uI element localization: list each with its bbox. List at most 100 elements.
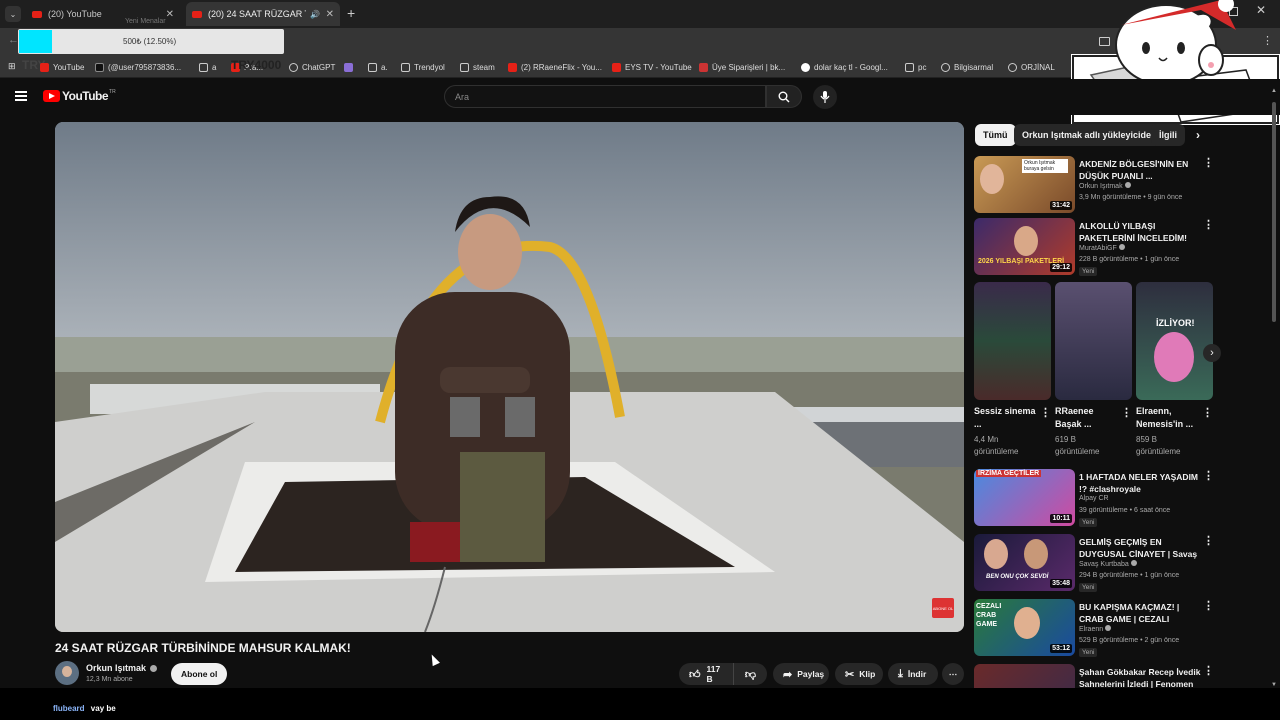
chevron-right-icon: ›	[1210, 347, 1214, 359]
chip-label: İlgili	[1159, 130, 1177, 140]
shorts-next-button[interactable]: ›	[1203, 344, 1221, 362]
bookmark-bilgisarmal[interactable]: Bilgisarmal	[941, 56, 993, 78]
hamburger-menu-icon[interactable]	[15, 91, 27, 101]
bookmark-orjinal[interactable]: ORJİNAL	[1008, 56, 1055, 78]
tab-title: (20) 24 SAAT RÜZGAR TÜRB	[208, 9, 306, 19]
channel-name[interactable]: Orkun Işıtmak	[86, 663, 158, 673]
overlay-progress-text: 500₺ (12.50%)	[123, 37, 177, 46]
bookmark-steam[interactable]: steam	[460, 56, 495, 78]
search-button[interactable]	[766, 85, 802, 108]
channel-name: MuratAbiGF	[1079, 244, 1125, 252]
video-duration: 29:12	[1050, 263, 1072, 272]
short-title: Elraenn, Nemesis'in ...	[1136, 406, 1194, 429]
video-meta: 529 B görüntüleme • 2 gün önce	[1079, 637, 1180, 644]
clip-button[interactable]: ✂ Klip	[835, 663, 883, 685]
speaker-icon[interactable]: 🔊	[310, 10, 320, 19]
recommendation-item[interactable]: Şahan Gökbakar Recep İvedik Sahnelerini …	[974, 664, 1216, 688]
download-button[interactable]: ⤓ İndir	[888, 663, 938, 685]
thumbs-up-icon: 👍︎	[689, 668, 701, 681]
apps-grid-icon[interactable]: ⊞	[8, 61, 16, 72]
youtube-logo[interactable]: YouTube TR	[43, 89, 116, 103]
more-options-icon[interactable]: ⋮	[1203, 218, 1214, 231]
recommendation-item[interactable]: 2026 YILBAŞI PAKETLERİ 29:12 ALKOLLÜ YIL…	[974, 218, 1216, 276]
channel-avatar[interactable]	[55, 661, 79, 685]
thumbnail-text: Orkun Işıtmak buraya gelsin	[1022, 159, 1068, 173]
bookmark-pc[interactable]: pc	[905, 56, 926, 78]
new-tab-button[interactable]: +	[347, 5, 355, 21]
close-tab-icon[interactable]: ✕	[326, 9, 334, 20]
more-options-icon[interactable]: ⋮	[1203, 156, 1214, 169]
stream-chat-bar: flubeard vay be	[0, 688, 1280, 720]
channel-name: Elraenn	[1079, 625, 1112, 633]
short-thumbnail	[1055, 282, 1132, 400]
page-scrollbar[interactable]: ▲ ▼	[1270, 88, 1278, 688]
bookmark-uye-siparisleri[interactable]: Üye Siparişleri | bk...	[699, 56, 785, 78]
recommendation-item[interactable]: BEN ONU ÇOK SEVDİ 35:48 GELMİŞ GEÇMİŞ EN…	[974, 534, 1216, 592]
overlay-right-text: TRY4000	[231, 58, 282, 72]
more-options-icon[interactable]: ⋮	[1040, 406, 1051, 419]
chip-all[interactable]: Tümü	[975, 124, 1016, 146]
extension-overlay: 500₺ (12.50%) Yeni Menalar	[18, 18, 284, 54]
video-title: Şahan Gökbakar Recep İvedik Sahnelerini …	[1079, 667, 1201, 688]
youtube-logo-text: YouTube	[62, 89, 109, 103]
chat-username: flubeard	[53, 704, 85, 713]
recommendation-item[interactable]: CEZALI CRAB GAME 53:12 BU KAPIŞMA KAÇMAZ…	[974, 599, 1216, 657]
subscribe-button[interactable]: Abone ol	[171, 663, 228, 685]
bookmark-folder-a[interactable]: a	[199, 56, 216, 78]
bookmark-chatgpt[interactable]: ChatGPT	[289, 56, 335, 78]
more-options-icon[interactable]: ⋮	[1203, 534, 1214, 547]
chip-related[interactable]: İlgili	[1151, 124, 1185, 146]
video-meta: 294 B görüntüleme • 1 gün önce	[1079, 572, 1180, 579]
bookmark-tiktok[interactable]: (@user795873836...	[95, 56, 181, 78]
subscribe-watermark[interactable]: ABONE OL	[932, 598, 954, 618]
video-title: BU KAPIŞMA KAÇMAZ! | CRAB GAME | CEZALI	[1079, 602, 1180, 624]
video-thumbnail: BEN ONU ÇOK SEVDİ 35:48	[974, 534, 1075, 591]
video-thumbnail: 2026 YILBAŞI PAKETLERİ 29:12	[974, 218, 1075, 275]
more-horizontal-icon: ⋯	[948, 668, 958, 679]
tab-list-button[interactable]: ⌄	[5, 6, 21, 22]
video-meta: 39 görüntüleme • 6 saat önce	[1079, 507, 1171, 514]
share-label: Paylaş	[797, 669, 825, 679]
scrollbar-thumb[interactable]	[1272, 102, 1276, 322]
more-actions-button[interactable]: ⋯	[942, 663, 964, 685]
search-icon	[778, 91, 790, 102]
bookmark-google-dolar[interactable]: dolar kaç tl - Googl...	[801, 56, 888, 78]
chips-next-chevron-icon[interactable]: ›	[1196, 128, 1200, 142]
short-title: Sessiz sinema ...	[974, 406, 1036, 429]
channel-name: Orkun Işıtmak	[1079, 182, 1131, 190]
recommendation-item[interactable]: İRZİMA GEÇTİLER 10:11 1 HAFTADA NELER YA…	[974, 469, 1216, 527]
more-options-icon[interactable]: ⋮	[1203, 469, 1214, 482]
browser-tab-active[interactable]: (20) 24 SAAT RÜZGAR TÜRB 🔊 ✕	[186, 2, 340, 26]
bookmark-eys-tv[interactable]: EYS TV - YouTube	[612, 56, 692, 78]
video-player[interactable]: ABONE OL	[55, 122, 964, 632]
close-tab-icon[interactable]: ✕	[166, 9, 174, 20]
video-thumbnail: Orkun Işıtmak buraya gelsin 31:42	[974, 156, 1075, 213]
dislike-button[interactable]: 👎︎	[733, 663, 767, 685]
bookmark-rraeneflix[interactable]: (2) RRaeneFlix - You...	[508, 56, 602, 78]
microphone-icon	[820, 91, 830, 103]
search-placeholder: Ara	[455, 91, 470, 102]
verified-badge-icon	[150, 664, 158, 672]
short-thumbnail: İZLİYOR!	[1136, 282, 1213, 400]
scroll-up-arrow-icon: ▲	[1271, 88, 1277, 94]
download-label: İndir	[907, 669, 927, 679]
bookmark-trendyol[interactable]: Trendyol	[401, 56, 445, 78]
more-options-icon[interactable]: ⋮	[1202, 406, 1213, 419]
voice-search-button[interactable]	[813, 85, 837, 109]
more-options-icon[interactable]: ⋮	[1203, 599, 1214, 612]
more-options-icon[interactable]: ⋮	[1203, 664, 1214, 677]
new-badge: Yeni	[1079, 583, 1098, 592]
region-code: TR	[109, 89, 116, 95]
short-overlay-text: İZLİYOR!	[1156, 318, 1195, 328]
bookmark-folder-a2[interactable]: a.	[368, 56, 388, 78]
more-options-icon[interactable]: ⋮	[1121, 406, 1132, 419]
video-title: 24 SAAT RÜZGAR TÜRBİNİNDE MAHSUR KALMAK!	[55, 641, 351, 655]
bookmark-feather[interactable]	[344, 56, 357, 78]
share-button[interactable]: ➦ Paylaş	[773, 663, 829, 685]
bookmark-youtube[interactable]: YouTube	[40, 56, 84, 78]
like-button[interactable]: 👍︎ 117 B	[679, 663, 733, 685]
search-input[interactable]: Ara	[444, 85, 766, 108]
video-title: GELMİŞ GEÇMİŞ EN DUYGUSAL CİNAYET | Sava…	[1079, 537, 1198, 559]
recommendation-item[interactable]: Orkun Işıtmak buraya gelsin 31:42 AKDENİ…	[974, 156, 1216, 213]
chip-from-uploader[interactable]: Orkun Işıtmak adlı yükleyiciden	[1014, 124, 1165, 146]
